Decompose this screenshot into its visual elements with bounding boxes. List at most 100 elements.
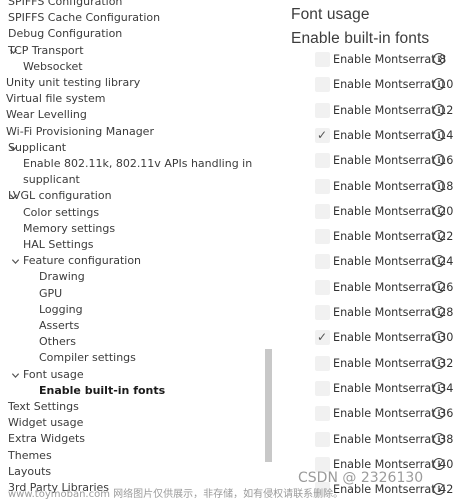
tree-item[interactable]: Enable built-in fonts <box>0 383 272 399</box>
tree-item-label: LVGL configuration <box>8 189 112 203</box>
config-tree: SPIFFS Configuration SPIFFS Cache Configu… <box>0 0 272 503</box>
tree-item[interactable]: TCP Transport <box>0 43 272 59</box>
info-icon[interactable]: i <box>433 204 445 217</box>
font-option-checkbox[interactable]: ✓ <box>315 127 330 143</box>
font-option-checkbox[interactable] <box>315 355 330 371</box>
tree-item[interactable]: Websocket <box>0 59 272 75</box>
font-option-row: Enable Montserrat 22 i <box>283 227 474 247</box>
watermark-csdn: CSDN @ 2326130 <box>298 470 424 486</box>
font-option-checkbox[interactable] <box>315 406 330 422</box>
font-option-row: Enable Montserrat 16 i <box>283 151 474 171</box>
font-option-checkbox[interactable] <box>315 52 330 67</box>
font-option-row: Enable Montserrat 38 i <box>283 430 474 450</box>
tree-item[interactable]: Virtual file system <box>0 91 272 107</box>
tree-item[interactable]: SPIFFS Cache Configuration <box>0 10 272 26</box>
info-icon[interactable]: i <box>433 128 445 141</box>
info-icon[interactable]: i <box>433 103 445 116</box>
font-option-row: Enable Montserrat 10 i <box>283 75 474 95</box>
tree-item[interactable]: Unity unit testing library <box>0 75 272 91</box>
font-option-checkbox[interactable] <box>315 178 330 194</box>
tree-item-label: Enable built-in fonts <box>39 383 166 397</box>
tree-item[interactable]: Layouts <box>0 464 272 480</box>
tree-item-label: HAL Settings <box>23 238 94 251</box>
info-icon[interactable]: i <box>433 381 445 394</box>
font-option-row: ✓ Enable Montserrat 14 i <box>283 126 474 146</box>
tree-item[interactable]: Color settings <box>0 205 272 221</box>
info-icon[interactable]: i <box>433 280 445 293</box>
tree-item[interactable]: SPIFFS Configuration <box>0 0 272 10</box>
tree-item-label: Font usage <box>23 367 84 381</box>
tree-item[interactable]: Enable 802.11k, 802.11v APIs handling in <box>0 156 272 172</box>
font-option-row: Enable Montserrat 34 i <box>283 379 474 399</box>
tree-item[interactable]: Font usage <box>0 367 272 383</box>
tree-item[interactable]: supplicant <box>0 172 272 188</box>
tree-item[interactable]: Wear Levelling <box>0 107 272 123</box>
settings-panel: Font usage Enable built-in fonts Enable … <box>283 0 474 503</box>
tree-item[interactable]: Supplicant <box>0 140 272 156</box>
tree-item-label: Websocket <box>23 59 83 73</box>
watermark-bottom: www.toymoban.com 网络图片仅供展示，非存储，如有侵权请联系删除。 <box>8 489 344 500</box>
tree-item[interactable]: Debug Configuration <box>0 26 272 42</box>
tree-item-label: Themes <box>8 448 52 462</box>
font-option-checkbox[interactable]: ✓ <box>315 330 330 346</box>
tree-item-label: Widget usage <box>8 416 84 430</box>
tree-item[interactable]: Text Settings <box>0 399 272 415</box>
tree-item[interactable]: GPU <box>0 286 272 302</box>
chevron-down-icon[interactable] <box>10 367 20 383</box>
font-option-checkbox[interactable] <box>315 305 330 320</box>
tree-item-label: supplicant <box>23 173 80 187</box>
section-title: Enable built-in fonts <box>291 30 430 47</box>
tree-scrollbar[interactable] <box>265 349 272 462</box>
tree-item[interactable]: Logging <box>0 302 272 318</box>
font-option-row: Enable Montserrat 24 i <box>283 252 474 272</box>
font-option-row: ✓ Enable Montserrat 30 i <box>283 328 474 348</box>
tree-item-label: GPU <box>39 286 63 300</box>
tree-item-label: SPIFFS Cache Configuration <box>8 11 161 25</box>
info-icon[interactable]: i <box>433 432 445 445</box>
font-option-checkbox[interactable] <box>315 254 330 270</box>
font-option-checkbox[interactable] <box>315 279 330 295</box>
tree-item-label: Extra Widgets <box>8 432 85 446</box>
font-option-label[interactable]: Enable Montserrat 8 <box>333 52 446 68</box>
info-icon[interactable]: i <box>433 53 445 65</box>
font-option-row: Enable Montserrat 32 i <box>283 354 474 374</box>
tree-item[interactable]: LVGL configuration <box>0 188 272 204</box>
tree-item[interactable]: Asserts <box>0 318 272 334</box>
info-icon[interactable]: i <box>433 179 445 192</box>
info-icon[interactable]: i <box>433 230 445 243</box>
font-option-checkbox[interactable] <box>315 203 330 219</box>
tree-item[interactable]: Memory settings <box>0 221 272 237</box>
info-icon[interactable]: i <box>433 356 445 369</box>
tree-item[interactable]: Extra Widgets <box>0 431 272 447</box>
tree-item[interactable]: Wi-Fi Provisioning Manager <box>0 124 272 140</box>
tree-item-label: Virtual file system <box>6 92 106 106</box>
tree-item-label: Color settings <box>23 205 100 219</box>
font-option-checkbox[interactable] <box>315 102 330 118</box>
tree-item-label: Feature configuration <box>23 254 142 268</box>
tree-item-label: Supplicant <box>8 140 67 154</box>
font-option-checkbox[interactable] <box>315 77 330 93</box>
font-option-row: Enable Montserrat 20 i <box>283 202 474 222</box>
tree-item-label: Compiler settings <box>39 351 136 365</box>
tree-item[interactable]: Widget usage <box>0 415 272 431</box>
tree-item-label: Logging <box>39 302 83 316</box>
tree-item-label: Layouts <box>8 464 52 478</box>
info-icon[interactable]: i <box>433 306 445 318</box>
tree-item-label: Drawing <box>39 270 85 284</box>
tree-item-label: Debug Configuration <box>8 27 123 41</box>
tree-item[interactable]: HAL Settings <box>0 237 272 253</box>
font-option-row: Enable Montserrat 18 i <box>283 177 474 197</box>
font-option-checkbox[interactable] <box>315 229 330 245</box>
tree-item[interactable]: Drawing <box>0 269 272 285</box>
tree-item[interactable]: Feature configuration <box>0 253 272 269</box>
tree-item[interactable]: Compiler settings <box>0 350 272 366</box>
tree-item[interactable]: Others <box>0 334 272 350</box>
chevron-down-icon[interactable] <box>10 253 20 269</box>
font-option-row: Enable Montserrat 12 i <box>283 101 474 121</box>
info-icon[interactable]: i <box>433 457 445 470</box>
tree-item-label: Text Settings <box>8 400 79 413</box>
font-option-checkbox[interactable] <box>315 380 330 396</box>
font-option-checkbox[interactable] <box>315 153 330 169</box>
tree-item[interactable]: Themes <box>0 448 272 464</box>
font-option-checkbox[interactable] <box>315 431 330 447</box>
